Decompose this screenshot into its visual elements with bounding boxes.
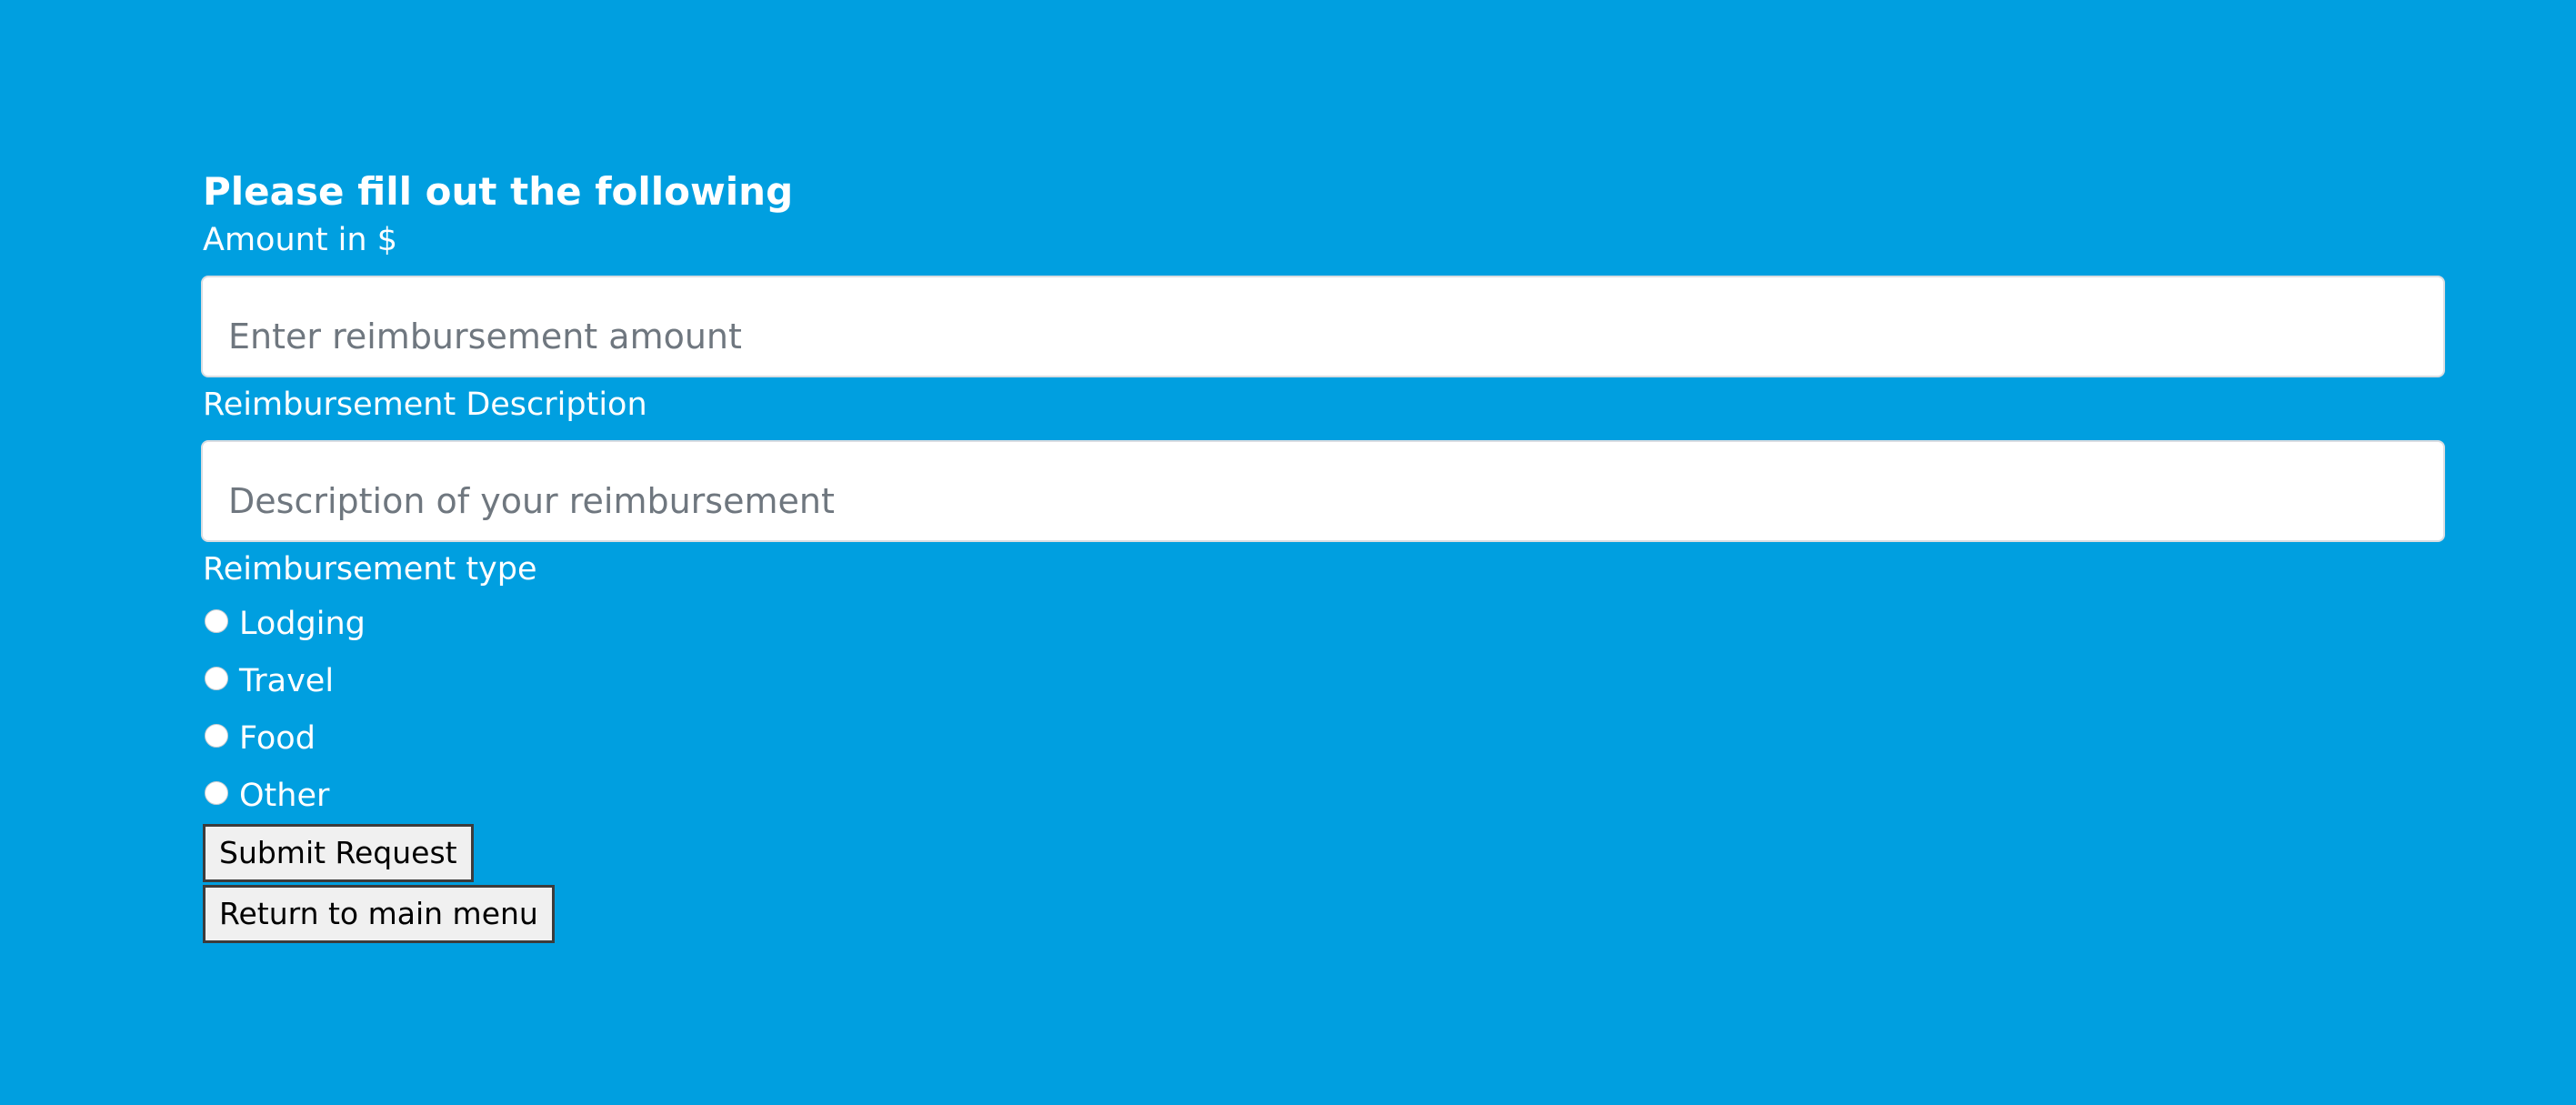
radio-button-other[interactable] (205, 780, 228, 805)
reimbursement-type-options: Lodging Travel Food Other (203, 595, 2447, 824)
description-label: Reimbursement Description (203, 387, 647, 423)
radio-option-travel[interactable]: Travel (203, 652, 2447, 709)
submit-row: Submit Request (203, 824, 2447, 885)
description-input[interactable] (201, 440, 2445, 542)
radio-label-other: Other (239, 777, 330, 814)
radio-option-other[interactable]: Other (203, 767, 2447, 824)
radio-button-lodging[interactable] (205, 608, 228, 633)
radio-button-travel[interactable] (205, 666, 228, 690)
reimbursement-form: Please fill out the following Amount in … (201, 166, 2447, 946)
radio-button-food[interactable] (205, 723, 228, 748)
form-heading: Please fill out the following (203, 169, 794, 214)
amount-label: Amount in $ (203, 222, 397, 258)
return-row: Return to main menu (203, 885, 2447, 946)
radio-label-lodging: Lodging (239, 605, 366, 642)
radio-label-travel: Travel (239, 662, 335, 699)
return-to-main-menu-button[interactable]: Return to main menu (203, 885, 555, 943)
submit-request-button[interactable]: Submit Request (203, 824, 474, 882)
radio-label-food: Food (239, 719, 316, 757)
reimbursement-type-label: Reimbursement type (203, 551, 537, 588)
radio-option-lodging[interactable]: Lodging (203, 595, 2447, 652)
amount-input[interactable] (201, 276, 2445, 377)
radio-option-food[interactable]: Food (203, 709, 2447, 767)
